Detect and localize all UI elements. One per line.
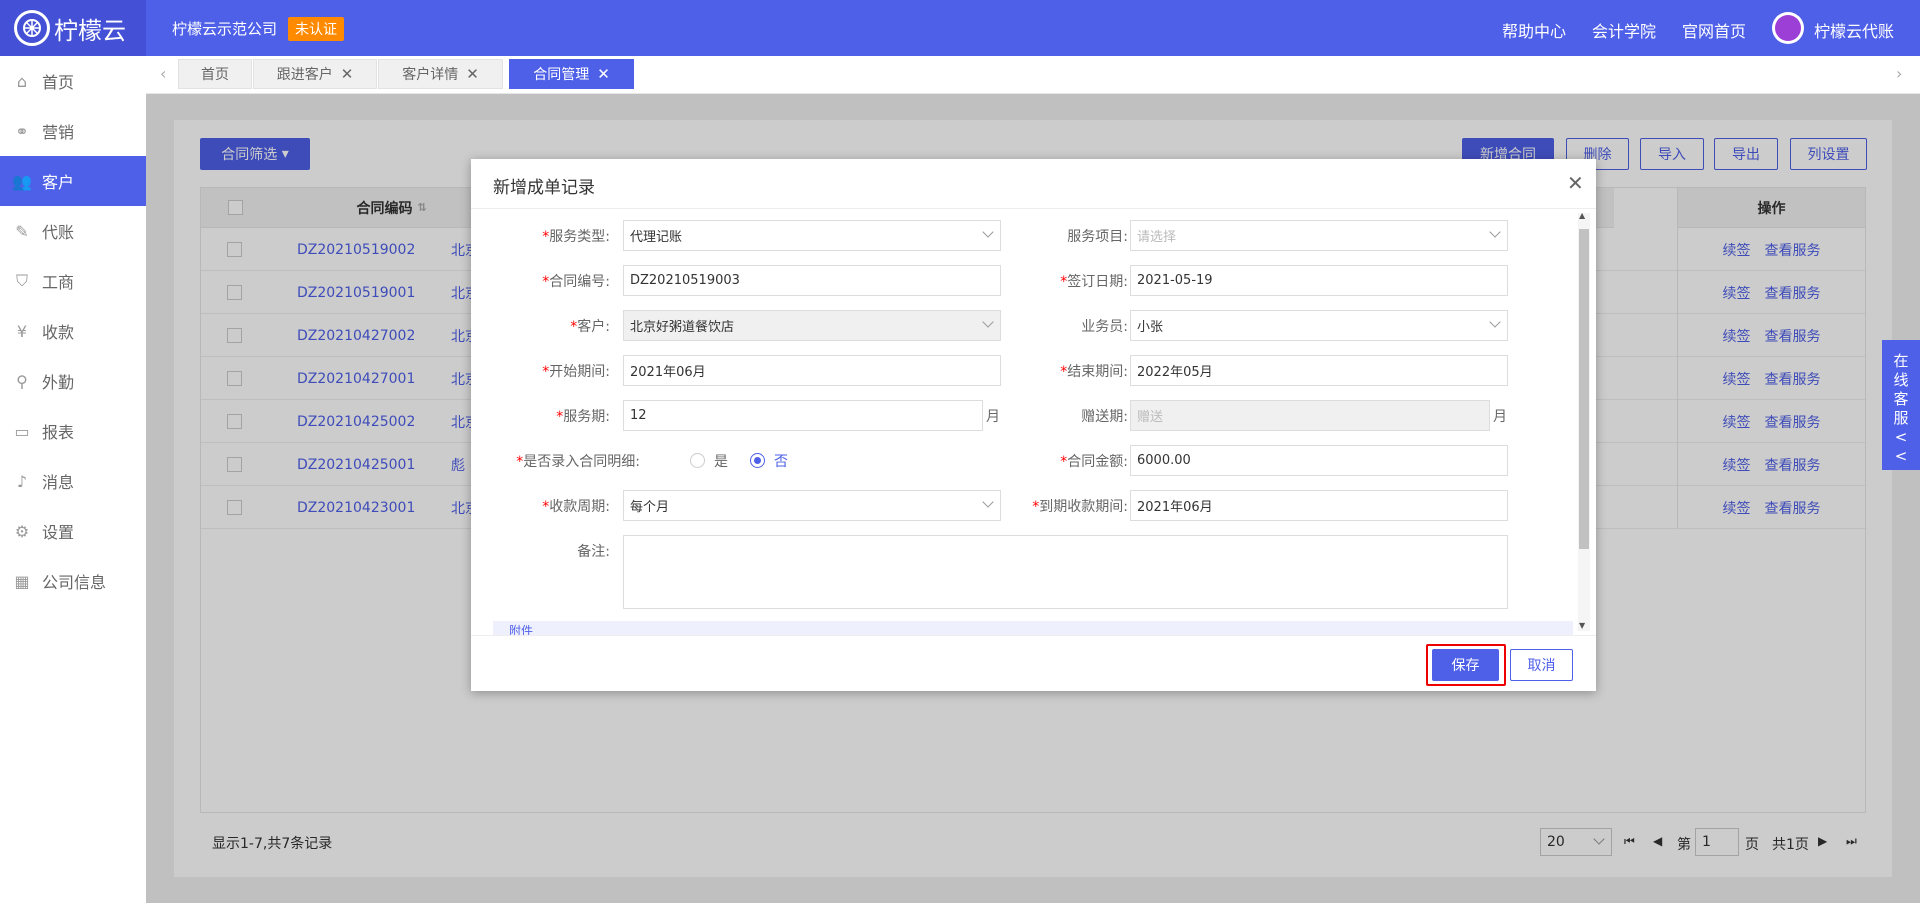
building-icon: ▦	[14, 571, 30, 591]
service-period-label: *服务期:	[556, 409, 610, 425]
field-icon: ⚲	[16, 371, 28, 391]
close-icon[interactable]: ✕	[341, 65, 354, 83]
gift-period-label: 赠送期:	[1081, 409, 1128, 425]
start-period-label: *开始期间:	[542, 364, 610, 380]
attachment-section: 附件	[493, 621, 1573, 635]
sidebar-item-3[interactable]: ✎ 代账	[0, 206, 146, 256]
salesman-select[interactable]: 小张	[1130, 310, 1508, 341]
month-unit: 月	[1493, 409, 1507, 425]
salesman-label: 业务员:	[1081, 319, 1128, 335]
contract-no-label: *合同编号:	[542, 274, 610, 290]
close-icon[interactable]: ✕	[466, 65, 479, 83]
payment-icon: ¥	[16, 321, 28, 341]
sign-date-input[interactable]: 2021-05-19	[1130, 265, 1508, 296]
logo-text: 柠檬云	[54, 16, 126, 45]
tab-scroll-right-icon[interactable]: ›	[1896, 64, 1902, 83]
save-button[interactable]: 保存	[1432, 649, 1499, 681]
radio-yes[interactable]	[690, 453, 705, 468]
lemon-logo-icon	[14, 10, 50, 46]
sidebar-item-label: 工商	[42, 273, 75, 292]
sidebar-item-9[interactable]: ⚙ 设置	[0, 506, 146, 556]
tab-bar: ‹ 首页 跟进客户 ✕ 客户详情 ✕ 合同管理 ✕ ›	[146, 56, 1920, 94]
amount-label: *合同金额:	[1060, 454, 1128, 470]
sidebar-item-label: 报表	[42, 423, 75, 442]
amount-input[interactable]: 6000.00	[1130, 445, 1508, 476]
customer-label: *客户:	[570, 319, 610, 335]
online-service-label: 在线客服<<	[1893, 352, 1909, 465]
scroll-down-icon[interactable]: ▼	[1579, 621, 1585, 630]
verify-badge[interactable]: 未认证	[288, 17, 344, 41]
tab-home[interactable]: 首页	[178, 59, 252, 89]
remark-label: 备注:	[577, 544, 610, 560]
modal-scroll-thumb[interactable]	[1579, 229, 1589, 549]
sidebar-item-label: 营销	[42, 123, 75, 142]
remark-textarea[interactable]	[623, 535, 1508, 609]
modal-body: *服务类型: 代理记账 服务项目: 请选择 *合同编号: DZ202105190…	[471, 209, 1596, 635]
report-icon: ▭	[14, 421, 30, 441]
sidebar-item-label: 设置	[42, 523, 75, 542]
modal-title: 新增成单记录	[493, 178, 595, 198]
sidebar: ⌂ 首页 ⚭ 营销 👥 客户 ✎ 代账 ⛉ 工商 ¥ 收款 ⚲ 外勤 ▭ 报表 ♪ 消息 ⚙ 设置 ▦ 公司信息	[0, 56, 146, 903]
user-name[interactable]: 柠檬云代账	[1814, 18, 1894, 42]
due-period-input[interactable]: 2021年06月	[1130, 490, 1508, 521]
radio-yes-label[interactable]: 是	[714, 451, 728, 471]
sidebar-item-5[interactable]: ¥ 收款	[0, 306, 146, 356]
home-icon: ⌂	[16, 71, 28, 91]
radio-no[interactable]	[750, 453, 765, 468]
detail-label: *是否录入合同明细:	[516, 454, 640, 470]
scroll-up-icon[interactable]: ▲	[1579, 211, 1585, 220]
customer-icon: 👥	[12, 171, 32, 191]
service-type-label: *服务类型:	[542, 229, 610, 245]
payment-cycle-label: *收款周期:	[542, 499, 610, 515]
tab-follow-customer[interactable]: 跟进客户 ✕	[253, 59, 377, 89]
service-item-select[interactable]: 请选择	[1130, 220, 1508, 251]
due-period-label: *到期收款期间:	[1032, 499, 1128, 515]
sidebar-item-label: 客户	[42, 173, 75, 192]
sidebar-item-2[interactable]: 👥 客户	[0, 156, 146, 206]
tab-contract-manage[interactable]: 合同管理 ✕	[509, 59, 634, 89]
close-icon[interactable]: ✕	[597, 65, 610, 83]
radio-no-label[interactable]: 否	[774, 451, 788, 471]
sidebar-item-label: 收款	[42, 323, 75, 342]
tab-customer-detail[interactable]: 客户详情 ✕	[378, 59, 503, 89]
sidebar-item-7[interactable]: ▭ 报表	[0, 406, 146, 456]
service-item-label: 服务项目:	[1067, 229, 1128, 245]
sidebar-item-0[interactable]: ⌂ 首页	[0, 56, 146, 106]
top-bar: 柠檬云 柠檬云示范公司 未认证 帮助中心 会计学院 官网首页 柠檬云代账	[0, 0, 1920, 56]
sign-date-label: *签订日期:	[1060, 274, 1128, 290]
end-period-input[interactable]: 2022年05月	[1130, 355, 1508, 386]
sidebar-item-label: 公司信息	[42, 573, 107, 592]
end-period-label: *结束期间:	[1060, 364, 1128, 380]
bell-icon: ♪	[16, 471, 28, 491]
sidebar-item-6[interactable]: ⚲ 外勤	[0, 356, 146, 406]
sidebar-item-10[interactable]: ▦ 公司信息	[0, 556, 146, 606]
company-name: 柠檬云示范公司	[172, 20, 278, 38]
logo[interactable]: 柠檬云	[0, 0, 146, 56]
online-service-button[interactable]: 在线客服<<	[1882, 340, 1920, 470]
sidebar-item-label: 首页	[42, 73, 75, 92]
sidebar-item-label: 消息	[42, 473, 75, 492]
marketing-icon: ⚭	[15, 121, 29, 141]
sidebar-item-label: 外勤	[42, 373, 75, 392]
gear-icon: ⚙	[14, 521, 30, 541]
business-icon: ⛉	[15, 271, 28, 290]
close-icon[interactable]: ✕	[1567, 171, 1584, 195]
add-deal-modal: 新增成单记录 ✕ *服务类型: 代理记账 服务项目: 请选择 *合同编号: DZ…	[471, 159, 1596, 691]
official-site-link[interactable]: 官网首页	[1682, 18, 1746, 42]
help-center-link[interactable]: 帮助中心	[1502, 18, 1566, 42]
academy-link[interactable]: 会计学院	[1592, 18, 1656, 42]
sidebar-item-8[interactable]: ♪ 消息	[0, 456, 146, 506]
avatar[interactable]	[1772, 12, 1804, 44]
tab-scroll-left-icon[interactable]: ‹	[160, 64, 166, 83]
sidebar-item-4[interactable]: ⛉ 工商	[0, 256, 146, 306]
cancel-button[interactable]: 取消	[1510, 649, 1573, 681]
sidebar-item-label: 代账	[42, 223, 75, 242]
bookkeeping-icon: ✎	[15, 221, 29, 241]
sidebar-item-1[interactable]: ⚭ 营销	[0, 106, 146, 156]
gift-period-input[interactable]: 赠送	[1130, 400, 1490, 431]
